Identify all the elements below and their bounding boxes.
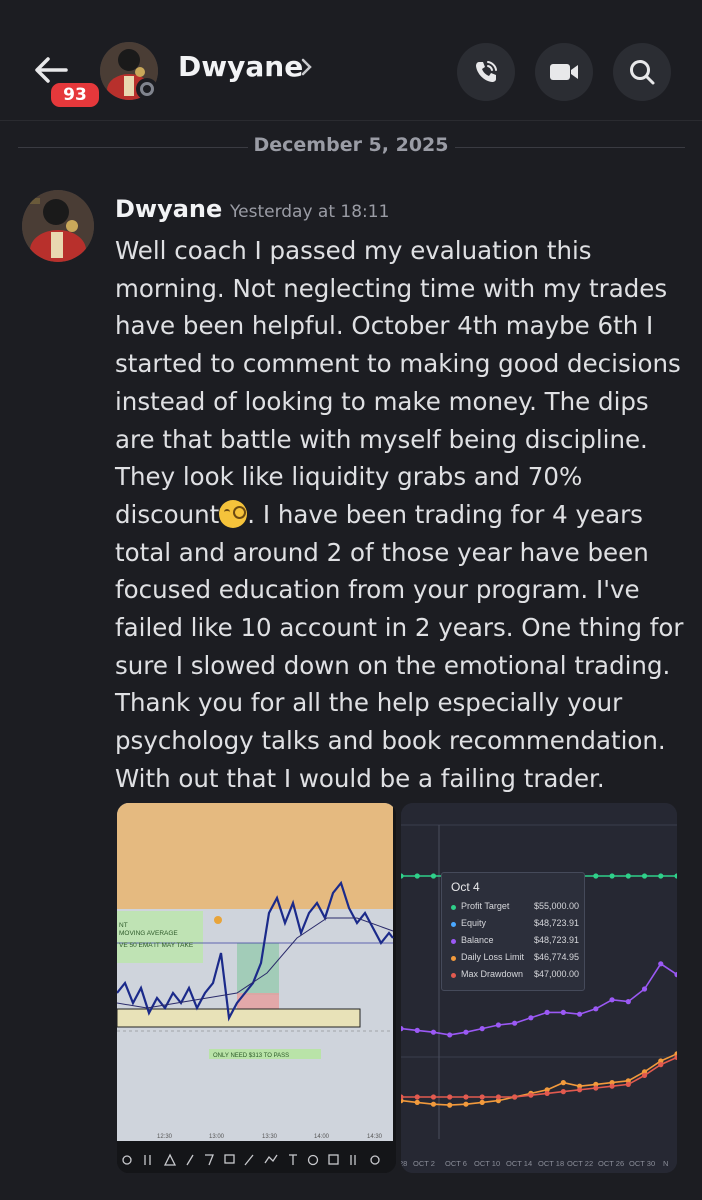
data-point xyxy=(528,1015,534,1021)
data-point xyxy=(430,1029,437,1035)
x-tick-label: OCT 18 xyxy=(538,1159,565,1168)
svg-text:14:30: 14:30 xyxy=(367,1134,383,1140)
data-point xyxy=(658,1062,664,1068)
message-text-part-2: . I have been trading for 4 years total … xyxy=(115,499,684,793)
candlestick-chart-image: NT MOVING AVERAGE VE 50 EMA IT MAY TAKE … xyxy=(117,803,396,1173)
tooltip-row-daily-loss-limit: Daily Loss Limit $46,774.95 xyxy=(451,952,579,966)
x-tick-label: OCT 30 xyxy=(629,1159,656,1168)
data-point xyxy=(414,1094,420,1100)
header-divider xyxy=(0,120,702,121)
date-divider: December 5, 2025 xyxy=(0,134,702,160)
data-point xyxy=(479,1099,485,1105)
attachment-image-trading-chart[interactable]: NT MOVING AVERAGE VE 50 EMA IT MAY TAKE … xyxy=(117,803,396,1173)
chart-tooltip: Oct 4 Profit Target $55,000.00 Equity $4… xyxy=(441,872,585,991)
data-point xyxy=(560,1080,566,1086)
video-call-button[interactable] xyxy=(535,43,593,101)
data-point xyxy=(658,961,664,967)
message-author-avatar[interactable] xyxy=(22,190,94,262)
chat-header: 93 Dwyane xyxy=(0,0,702,120)
voice-call-button[interactable] xyxy=(457,43,515,101)
data-point xyxy=(641,1072,648,1078)
data-point xyxy=(512,1020,518,1026)
data-point xyxy=(625,1081,631,1087)
data-point xyxy=(609,997,615,1003)
data-point xyxy=(625,999,631,1005)
svg-text:NT: NT xyxy=(119,922,128,929)
data-point xyxy=(609,873,615,879)
x-tick-label: OCT 22 xyxy=(567,1159,594,1168)
svg-text:13:30: 13:30 xyxy=(262,1134,278,1140)
attachment-image-account-chart[interactable]: Oct 4 Profit Target $55,000.00 Equity $4… xyxy=(401,803,677,1173)
data-point xyxy=(528,1092,534,1098)
date-label: December 5, 2025 xyxy=(253,134,449,156)
svg-text:VE 50 EMA IT MAY TAKE: VE 50 EMA IT MAY TAKE xyxy=(119,942,194,949)
data-point xyxy=(512,1094,518,1100)
video-camera-icon xyxy=(550,64,578,80)
message-body: Well coach I passed my evaluation this m… xyxy=(115,232,687,798)
data-point xyxy=(625,873,631,879)
face-with-monocle-emoji xyxy=(219,499,248,528)
data-point xyxy=(544,1009,550,1015)
data-point xyxy=(495,1094,502,1100)
data-point xyxy=(430,1101,437,1107)
x-tick-label: OCT 10 xyxy=(474,1159,501,1168)
svg-text:MOVING AVERAGE: MOVING AVERAGE xyxy=(119,930,178,937)
data-point xyxy=(593,1085,599,1091)
data-point xyxy=(593,873,599,879)
tooltip-row-equity: Equity $48,723.91 xyxy=(451,918,579,932)
data-point xyxy=(414,873,420,879)
message-text-part-1: Well coach I passed my evaluation this m… xyxy=(115,236,681,529)
phone-call-icon xyxy=(476,61,497,82)
data-point xyxy=(430,873,437,879)
data-point xyxy=(593,1006,599,1012)
message-timestamp: Yesterday at 18:11 xyxy=(230,202,390,222)
tooltip-row-balance: Balance $48,723.91 xyxy=(451,935,579,949)
search-icon xyxy=(630,60,655,85)
data-point xyxy=(447,1102,453,1108)
data-point xyxy=(463,1094,469,1100)
unread-count-badge: 93 xyxy=(48,80,102,110)
data-point xyxy=(430,1094,437,1100)
data-point xyxy=(463,1101,469,1107)
x-tick-label: 28 xyxy=(401,1159,408,1168)
tooltip-row-profit-target: Profit Target $55,000.00 xyxy=(451,901,579,915)
svg-text:ONLY NEED $313 TO PASS: ONLY NEED $313 TO PASS xyxy=(213,1053,289,1059)
chevron-right-icon[interactable] xyxy=(300,57,314,77)
x-axis-labels: 28 OCT 2 OCT 6 OCT 10 OCT 14 OCT 18 OCT … xyxy=(401,1159,677,1171)
data-point xyxy=(479,1094,485,1100)
svg-text:13:00: 13:00 xyxy=(209,1134,225,1140)
data-point xyxy=(560,1009,566,1015)
data-point xyxy=(576,1087,583,1093)
data-point xyxy=(447,1032,453,1038)
avatar-image xyxy=(22,190,94,262)
status-indicator xyxy=(136,78,158,100)
data-point xyxy=(576,1011,583,1017)
search-button[interactable] xyxy=(613,43,671,101)
data-point xyxy=(560,1089,566,1095)
data-point xyxy=(641,873,648,879)
contact-avatar[interactable] xyxy=(100,42,158,100)
tooltip-row-max-drawdown: Max Drawdown $47,000.00 xyxy=(451,969,579,983)
data-point xyxy=(544,1090,550,1096)
data-point xyxy=(414,1099,420,1105)
x-tick-label: OCT 14 xyxy=(506,1159,533,1168)
x-tick-label: N xyxy=(663,1159,669,1168)
svg-text:12:30: 12:30 xyxy=(157,1134,173,1140)
data-point xyxy=(658,873,664,879)
data-point xyxy=(641,986,648,992)
data-point xyxy=(414,1027,420,1033)
tooltip-title: Oct 4 xyxy=(451,880,480,894)
data-point xyxy=(495,1022,502,1028)
divider-line-right xyxy=(455,147,685,148)
data-point xyxy=(479,1026,485,1032)
x-tick-label: OCT 2 xyxy=(413,1159,435,1168)
data-point xyxy=(447,1094,453,1100)
contact-name[interactable]: Dwyane xyxy=(178,50,303,83)
svg-text:14:00: 14:00 xyxy=(314,1134,330,1140)
message-author[interactable]: Dwyane xyxy=(115,195,222,223)
data-point xyxy=(463,1029,469,1035)
x-tick-label: OCT 26 xyxy=(598,1159,625,1168)
x-tick-label: OCT 6 xyxy=(445,1159,467,1168)
data-point xyxy=(609,1083,615,1089)
